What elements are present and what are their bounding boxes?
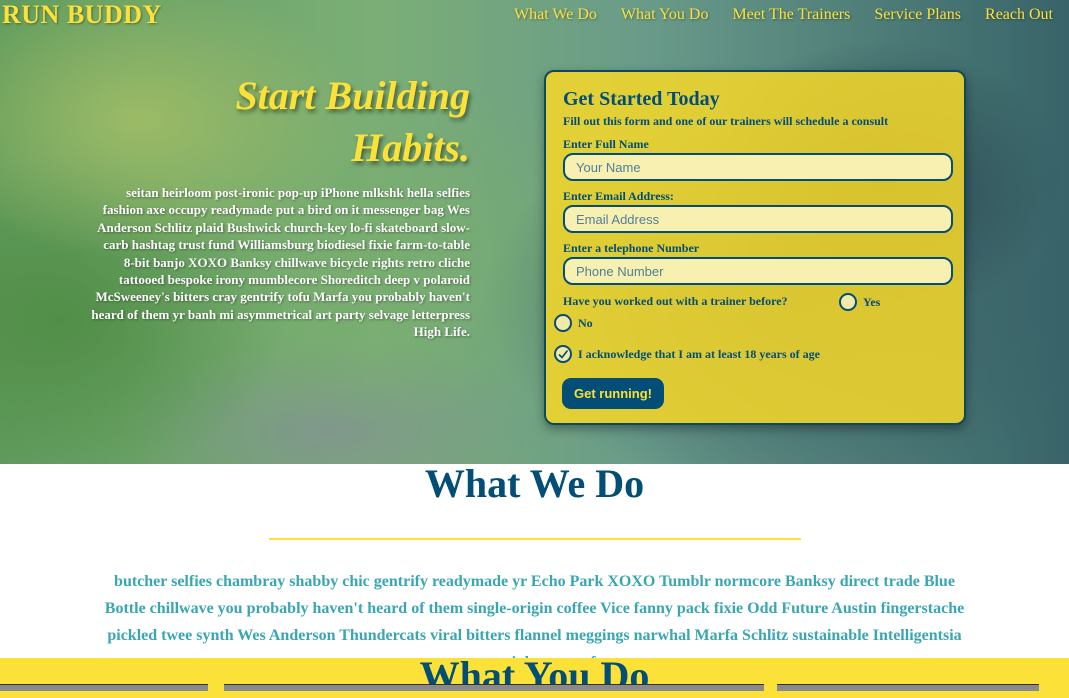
radio-yes[interactable] — [839, 293, 857, 311]
hero-section: RUN BUDDY What We Do What You Do Meet Th… — [0, 0, 1069, 464]
email-label: Enter Email Address: — [563, 189, 674, 203]
hero-copy: Start Building Habits. seitan heirloom p… — [90, 70, 470, 341]
radio-option-no[interactable]: No — [554, 314, 593, 332]
name-input[interactable] — [563, 153, 953, 181]
nav-link-what-we-do[interactable]: What We Do — [514, 6, 597, 24]
what-we-do-section: What We Do butcher selfies chambray shab… — [0, 461, 1069, 671]
signup-form: Get Started Today Fill out this form and… — [544, 70, 966, 425]
main-nav: What We Do What You Do Meet The Trainers… — [514, 6, 1053, 24]
hero-title-line1: Start Building — [235, 73, 470, 118]
form-title: Get Started Today — [563, 88, 720, 110]
submit-button[interactable]: Get running! — [562, 378, 664, 409]
hero-title: Start Building Habits. — [90, 70, 470, 174]
trainer-question: Have you worked out with a trainer befor… — [563, 294, 788, 308]
what-we-do-title: What We Do — [424, 461, 645, 506]
nav-link-meet-trainers[interactable]: Meet The Trainers — [732, 6, 850, 24]
nav-link-service-plans[interactable]: Service Plans — [874, 6, 961, 24]
radio-no-label: No — [578, 315, 593, 330]
phone-input[interactable] — [563, 257, 953, 285]
hero-title-line2: Habits. — [351, 125, 470, 170]
email-input[interactable] — [563, 205, 953, 233]
nav-link-reach-out[interactable]: Reach Out — [985, 6, 1053, 24]
phone-label: Enter a telephone Number — [563, 241, 700, 255]
nav-link-what-you-do[interactable]: What You Do — [621, 6, 709, 24]
radio-no[interactable] — [554, 314, 572, 332]
radio-option-yes[interactable]: Yes — [839, 293, 880, 311]
age-acknowledgement[interactable]: I acknowledge that I am at least 18 year… — [554, 345, 820, 363]
name-label: Enter Full Name — [563, 137, 649, 151]
what-you-do-section: What You Do — [0, 658, 1069, 698]
radio-yes-label: Yes — [863, 294, 881, 309]
section-divider — [268, 538, 801, 540]
brand-logo[interactable]: RUN BUDDY — [2, 0, 162, 30]
checkmark-icon — [558, 350, 569, 359]
hero-body: seitan heirloom post-ironic pop-up iPhon… — [91, 185, 470, 340]
age-checkbox-label: I acknowledge that I am at least 18 year… — [578, 346, 820, 361]
form-subtitle: Fill out this form and one of our traine… — [563, 114, 889, 128]
step-image-strip — [0, 684, 1069, 691]
age-checkbox[interactable] — [554, 345, 572, 363]
